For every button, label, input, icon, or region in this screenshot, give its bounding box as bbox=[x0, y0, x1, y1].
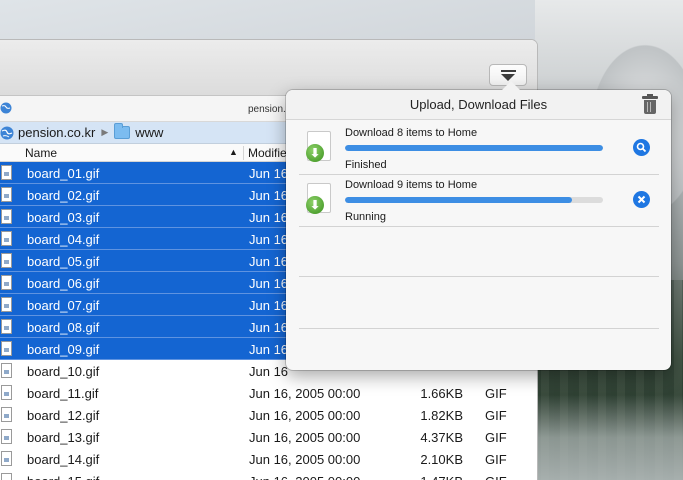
file-date: Jun 16 bbox=[249, 166, 289, 181]
gif-file-icon bbox=[1, 407, 12, 422]
file-date: Jun 16, 2005 00:00 bbox=[249, 408, 361, 423]
file-type: GIF bbox=[485, 430, 507, 445]
file-type: GIF bbox=[485, 408, 507, 423]
file-row[interactable]: board_14.gif Jun 16, 2005 00:00 2.10KB GIF bbox=[0, 448, 537, 470]
popover-arrow bbox=[502, 81, 520, 90]
file-name: board_15.gif bbox=[27, 474, 99, 480]
gif-file-icon bbox=[1, 297, 12, 312]
file-date: Jun 16 bbox=[249, 210, 289, 225]
gif-file-icon bbox=[1, 187, 12, 202]
column-modified[interactable]: Modifie bbox=[248, 146, 287, 160]
transfer-status: Finished bbox=[345, 159, 387, 171]
document-icon: ⬇ bbox=[306, 183, 331, 214]
file-row[interactable]: board_12.gif Jun 16, 2005 00:00 1.82KB GIF bbox=[0, 404, 537, 426]
file-row[interactable]: board_15.gif Jun 16, 2005 00:00 1.47KB GIF bbox=[0, 470, 537, 480]
file-date: Jun 16 bbox=[249, 364, 289, 379]
list-divider bbox=[299, 328, 659, 329]
magnifier-icon[interactable] bbox=[633, 139, 650, 156]
download-arrow-icon bbox=[501, 74, 515, 81]
file-size: 1.47KB bbox=[395, 474, 463, 480]
wallpaper-snow bbox=[535, 395, 683, 480]
file-type: GIF bbox=[485, 386, 507, 401]
file-type: GIF bbox=[485, 474, 507, 480]
gif-file-icon bbox=[1, 209, 12, 224]
file-name: board_04.gif bbox=[27, 232, 100, 247]
file-date: Jun 16, 2005 00:00 bbox=[249, 386, 361, 401]
transfer-progress bbox=[345, 197, 603, 203]
file-date: Jun 16, 2005 00:00 bbox=[249, 474, 360, 480]
transfer-title: Download 8 items to Home bbox=[345, 127, 478, 139]
trash-icon[interactable] bbox=[642, 94, 658, 114]
gif-file-icon bbox=[1, 319, 12, 334]
gif-file-icon bbox=[1, 253, 12, 268]
sort-up-icon[interactable]: ▲ bbox=[229, 147, 238, 157]
list-divider bbox=[299, 276, 659, 277]
window-toolbar bbox=[0, 40, 537, 96]
file-name: board_14.gif bbox=[27, 452, 100, 467]
popover-header: Upload, Download Files bbox=[286, 90, 671, 120]
file-size: 2.10KB bbox=[420, 452, 463, 467]
chevron-right-icon: ▶ bbox=[101, 127, 109, 137]
file-name: board_09.gif bbox=[27, 342, 100, 357]
gif-file-icon bbox=[1, 275, 12, 290]
breadcrumb-server[interactable]: pension.co.kr bbox=[18, 125, 95, 140]
column-name[interactable]: Name bbox=[25, 146, 57, 160]
transfer-item[interactable]: ⬇ Download 8 items to Home Finished bbox=[299, 123, 659, 175]
file-date: Jun 16 bbox=[249, 276, 289, 291]
file-date: Jun 16 bbox=[249, 232, 289, 247]
transfer-progress bbox=[345, 145, 603, 151]
globe-icon bbox=[0, 126, 14, 139]
gif-file-icon bbox=[1, 385, 12, 400]
file-name: board_08.gif bbox=[27, 320, 100, 335]
gif-file-icon bbox=[1, 473, 12, 480]
file-name: board_05.gif bbox=[27, 254, 100, 269]
cancel-icon[interactable] bbox=[633, 191, 650, 208]
column-divider[interactable] bbox=[243, 146, 244, 160]
file-date: Jun 16 bbox=[249, 188, 289, 203]
file-size: 1.66KB bbox=[420, 386, 463, 401]
file-name: board_06.gif bbox=[27, 276, 100, 291]
gif-file-icon bbox=[1, 341, 12, 356]
file-date: Jun 16 bbox=[249, 320, 289, 335]
file-date: Jun 16, 2005 00:00 bbox=[249, 452, 361, 467]
file-size: 4.37KB bbox=[420, 430, 463, 445]
globe-icon bbox=[0, 102, 12, 114]
gif-file-icon bbox=[1, 231, 12, 246]
breadcrumb-folder[interactable]: www bbox=[135, 125, 163, 140]
file-name: board_01.gif bbox=[27, 166, 100, 181]
popover-title: Upload, Download Files bbox=[409, 97, 548, 112]
gif-file-icon bbox=[1, 451, 12, 466]
transfer-status: Running bbox=[345, 211, 386, 223]
transfer-title: Download 9 items to Home bbox=[345, 179, 478, 191]
file-date: Jun 16 bbox=[249, 342, 289, 357]
file-date: Jun 16, 2005 00:00 bbox=[249, 430, 361, 445]
file-name: board_07.gif bbox=[27, 298, 100, 313]
download-badge-icon: ⬇ bbox=[306, 196, 324, 214]
file-name: board_02.gif bbox=[27, 188, 100, 203]
file-type: GIF bbox=[485, 452, 507, 467]
file-date: Jun 16 bbox=[249, 254, 289, 269]
transfer-item[interactable]: ⬇ Download 9 items to Home Running bbox=[299, 175, 659, 227]
file-name: board_03.gif bbox=[27, 210, 100, 225]
file-row[interactable]: board_11.gif Jun 16, 2005 00:00 1.66KB GIF bbox=[0, 382, 537, 404]
document-icon: ⬇ bbox=[306, 131, 331, 162]
file-name: board_11.gif bbox=[27, 386, 99, 401]
file-row[interactable]: board_13.gif Jun 16, 2005 00:00 4.37KB GIF bbox=[0, 426, 537, 448]
file-name: board_12.gif bbox=[27, 408, 100, 423]
gif-file-icon bbox=[1, 363, 12, 378]
download-arrow-icon bbox=[501, 70, 516, 72]
gif-file-icon bbox=[1, 429, 12, 444]
file-size: 1.82KB bbox=[420, 408, 463, 423]
folder-icon bbox=[114, 123, 131, 139]
file-date: Jun 16 bbox=[249, 298, 289, 313]
file-name: board_13.gif bbox=[27, 430, 100, 445]
transfers-popover: Upload, Download Files ⬇ Download 8 item… bbox=[286, 81, 671, 370]
gif-file-icon bbox=[1, 165, 12, 180]
download-badge-icon: ⬇ bbox=[306, 144, 324, 162]
file-name: board_10.gif bbox=[27, 364, 100, 379]
